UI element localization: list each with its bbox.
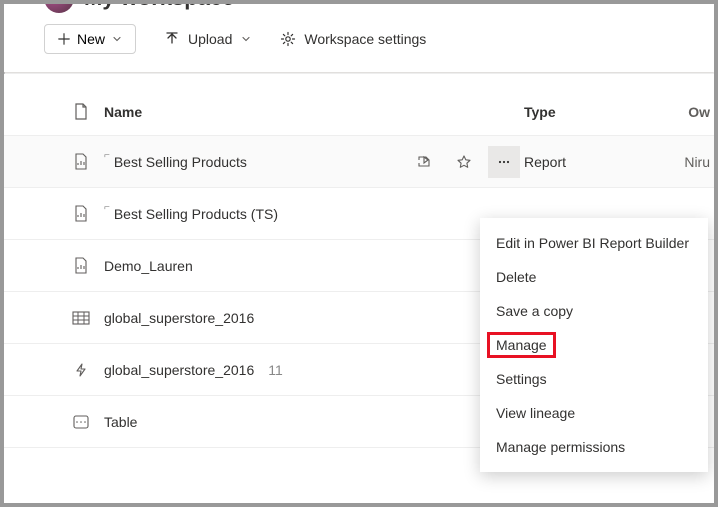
item-name: global_superstore_2016: [104, 310, 254, 326]
new-button-label: New: [77, 31, 105, 47]
item-name: Demo_Lauren: [104, 258, 193, 274]
upload-label: Upload: [188, 31, 232, 47]
chevron-down-icon: [111, 33, 123, 45]
workspace-title: My workspace: [84, 4, 234, 11]
column-name[interactable]: Name: [104, 104, 404, 120]
table-row[interactable]: ⌐ Best Selling Products Report Niru: [4, 136, 714, 188]
item-name: global_superstore_2016: [104, 362, 254, 378]
table-icon: [58, 415, 104, 429]
table-header: Name Type Ow: [4, 88, 714, 136]
menu-item-delete[interactable]: Delete: [480, 260, 708, 294]
chevron-down-icon[interactable]: [248, 4, 262, 5]
item-name: Best Selling Products (TS): [114, 206, 278, 222]
prefix-mark: ⌐: [104, 202, 110, 213]
plus-icon: [57, 32, 71, 46]
report-icon: [58, 257, 104, 275]
workspace-settings-button[interactable]: Workspace settings: [280, 31, 426, 47]
gear-icon: [280, 31, 296, 47]
context-menu: Edit in Power BI Report Builder Delete S…: [480, 218, 708, 472]
item-type: Report: [524, 154, 664, 170]
file-icon: [58, 103, 104, 121]
new-button[interactable]: New: [44, 24, 136, 54]
item-owner: Niru: [664, 154, 714, 170]
column-owner[interactable]: Ow: [664, 104, 714, 120]
star-icon[interactable]: [444, 154, 484, 170]
column-type[interactable]: Type: [524, 104, 664, 120]
item-count: 11: [268, 362, 283, 378]
upload-button[interactable]: Upload: [164, 31, 252, 47]
menu-item-settings[interactable]: Settings: [480, 362, 708, 396]
menu-item-view-lineage[interactable]: View lineage: [480, 396, 708, 430]
ellipsis-icon: [496, 154, 512, 170]
dataflow-icon: [58, 362, 104, 378]
menu-item-edit-report-builder[interactable]: Edit in Power BI Report Builder: [480, 226, 708, 260]
menu-item-save-copy[interactable]: Save a copy: [480, 294, 708, 328]
workspace-settings-label: Workspace settings: [304, 31, 426, 47]
menu-item-manage[interactable]: Manage: [480, 328, 708, 362]
item-name: Best Selling Products: [114, 154, 247, 170]
upload-icon: [164, 31, 180, 47]
share-icon[interactable]: [404, 154, 444, 170]
more-options-button[interactable]: [488, 146, 520, 178]
report-icon: [58, 205, 104, 223]
report-icon: [58, 153, 104, 171]
chevron-down-icon: [240, 33, 252, 45]
item-name: Table: [104, 414, 137, 430]
workbook-icon: [58, 310, 104, 326]
menu-item-manage-permissions[interactable]: Manage permissions: [480, 430, 708, 464]
prefix-mark: ⌐: [104, 150, 110, 161]
